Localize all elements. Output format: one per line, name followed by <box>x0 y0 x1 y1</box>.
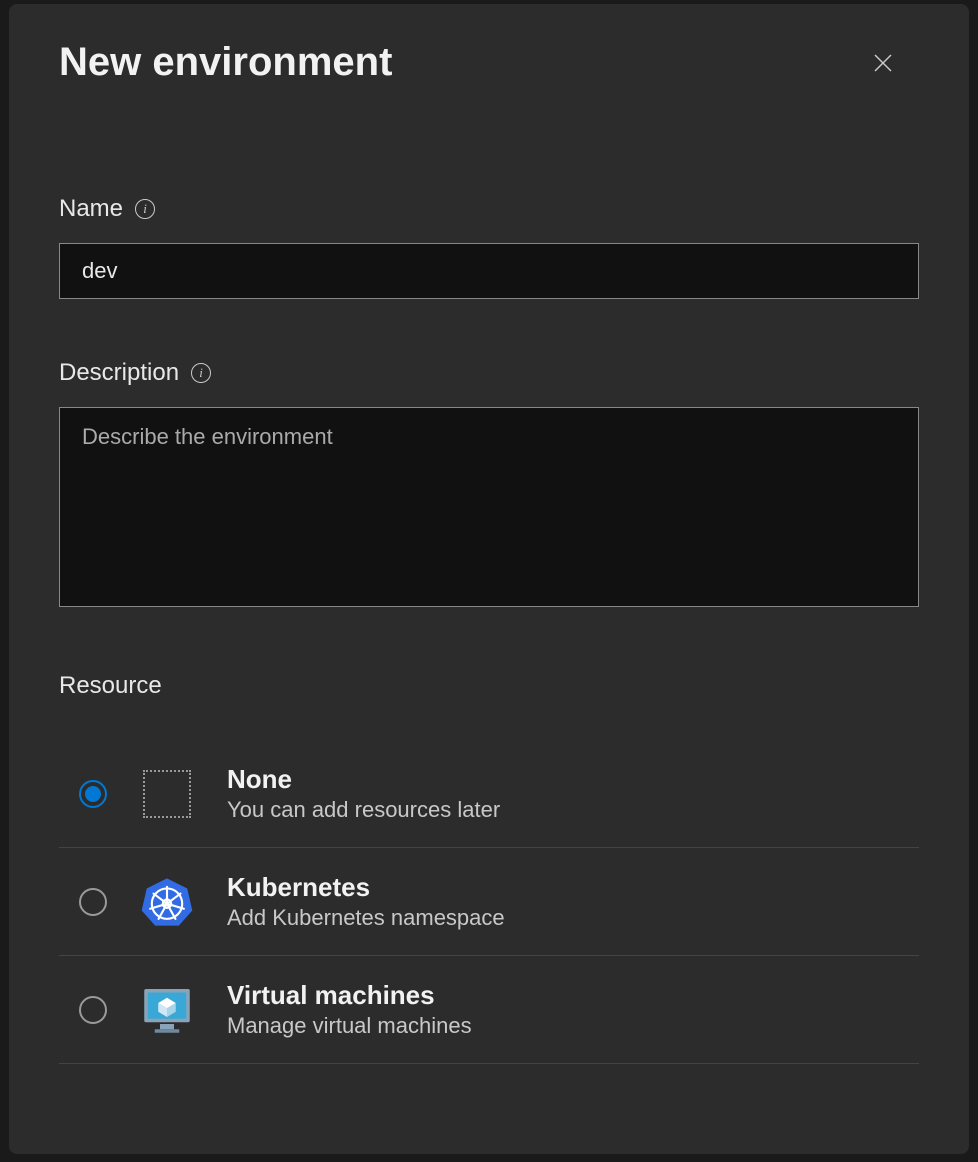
resource-section: Resource None You can add resources late… <box>59 672 919 1064</box>
description-field-group: Description i <box>59 359 919 612</box>
radio-none[interactable] <box>79 780 107 808</box>
virtual-machines-icon <box>139 982 195 1038</box>
description-label: Description <box>59 359 179 387</box>
none-icon <box>139 766 195 822</box>
resource-text: Virtual machines Manage virtual machines <box>227 980 472 1039</box>
resource-title: None <box>227 764 500 795</box>
resource-text: None You can add resources later <box>227 764 500 823</box>
info-icon[interactable]: i <box>191 363 211 383</box>
dialog-header: New environment <box>59 40 919 85</box>
resource-desc: Add Kubernetes namespace <box>227 905 505 931</box>
info-icon[interactable]: i <box>135 199 155 219</box>
resource-title: Kubernetes <box>227 872 505 903</box>
close-button[interactable] <box>867 47 899 79</box>
new-environment-dialog: New environment Name i Description i Res… <box>9 4 969 1154</box>
resource-desc: Manage virtual machines <box>227 1013 472 1039</box>
kubernetes-icon <box>139 874 195 930</box>
close-icon <box>871 51 895 75</box>
resource-option-none[interactable]: None You can add resources later <box>59 740 919 848</box>
resource-desc: You can add resources later <box>227 797 500 823</box>
name-field-group: Name i <box>59 195 919 299</box>
resource-label: Resource <box>59 672 919 700</box>
description-label-row: Description i <box>59 359 919 387</box>
resource-text: Kubernetes Add Kubernetes namespace <box>227 872 505 931</box>
resource-title: Virtual machines <box>227 980 472 1011</box>
resource-option-virtual-machines[interactable]: Virtual machines Manage virtual machines <box>59 956 919 1064</box>
name-label-row: Name i <box>59 195 919 223</box>
name-input[interactable] <box>59 243 919 299</box>
radio-virtual-machines[interactable] <box>79 996 107 1024</box>
name-label: Name <box>59 195 123 223</box>
radio-kubernetes[interactable] <box>79 888 107 916</box>
dialog-title: New environment <box>59 40 392 85</box>
resource-option-kubernetes[interactable]: Kubernetes Add Kubernetes namespace <box>59 848 919 956</box>
description-input[interactable] <box>59 407 919 607</box>
